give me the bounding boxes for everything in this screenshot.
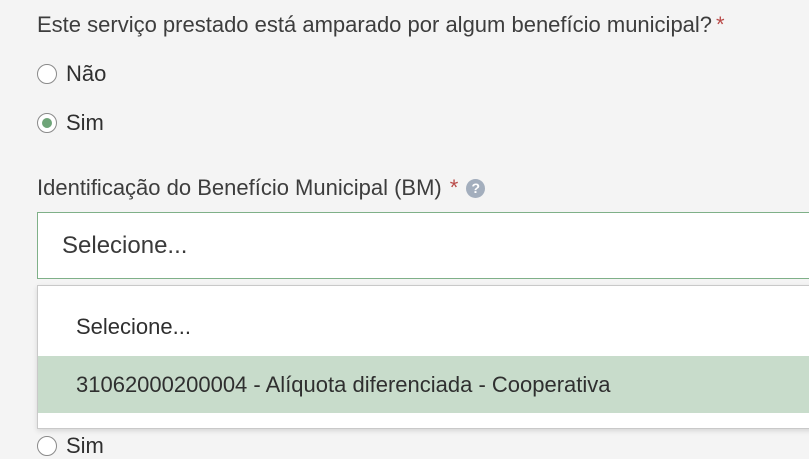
radio-label-sim: Sim [66,110,104,135]
bm-select[interactable]: Selecione... [37,212,809,279]
dropdown-option-label: 31062000200004 - Alíquota diferenciada -… [76,371,611,397]
dropdown-option-selecione[interactable]: Selecione... [38,298,809,355]
bm-dropdown-list: Selecione... 31062000200004 - Alíquota d… [37,285,809,429]
dropdown-option-cooperativa[interactable]: 31062000200004 - Alíquota diferenciada -… [38,356,809,413]
bm-field-label: Identificação do Benefício Municipal (BM… [37,175,486,201]
partial-radio-sim-below[interactable]: Sim [37,433,104,459]
radio-label-sim-below: Sim [66,433,104,458]
bm-required-asterisk: * [449,175,459,200]
dropdown-option-label: Selecione... [76,313,191,339]
radio-sim-below[interactable] [37,436,57,456]
benefit-question: Este serviço prestado está amparado por … [37,12,725,38]
bm-select-value: Selecione... [62,231,188,259]
question-circle-icon[interactable]: ? [466,178,486,198]
radio-option-nao[interactable]: Não [37,61,106,87]
bm-label-text: Identificação do Benefício Municipal (BM… [37,175,442,200]
required-asterisk: * [716,12,725,37]
radio-sim[interactable] [37,113,57,133]
question-text: Este serviço prestado está amparado por … [37,12,713,37]
radio-option-sim[interactable]: Sim [37,110,104,136]
radio-label-nao: Não [66,61,107,86]
radio-nao[interactable] [37,64,57,84]
